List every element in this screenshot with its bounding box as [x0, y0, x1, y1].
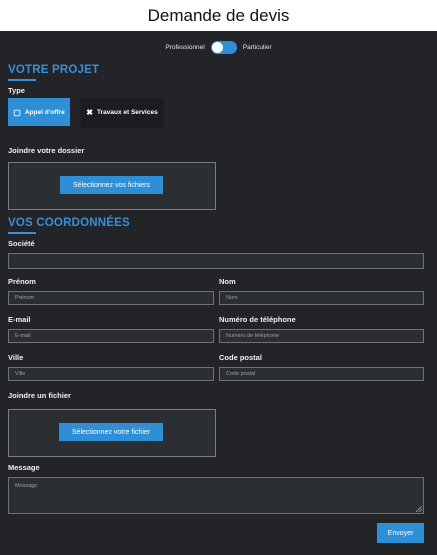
select-file-button[interactable]: Sélectionnez votre fichier: [59, 423, 163, 441]
project-file-label: Joindre votre dossier: [8, 146, 85, 155]
attach-label: Joindre un fichier: [8, 391, 71, 400]
city-input[interactable]: Ville: [8, 367, 214, 381]
toggle-label-individual[interactable]: Particulier: [243, 44, 272, 51]
select-files-button[interactable]: Sélectionnez vos fichiers: [60, 176, 163, 194]
phone-label: Numéro de téléphone: [219, 315, 296, 324]
type-label: Type: [8, 86, 25, 95]
submit-button[interactable]: Envoyer: [377, 523, 424, 543]
lastname-label: Nom: [219, 277, 236, 286]
message-textarea[interactable]: Message: [8, 477, 424, 514]
firstname-label: Prénom: [8, 277, 36, 286]
city-label: Ville: [8, 353, 24, 362]
page-title: Demande de devis: [0, 0, 437, 31]
phone-input[interactable]: Numéro de téléphone: [219, 329, 424, 343]
company-label: Société: [8, 239, 35, 248]
lastname-input[interactable]: Nom: [219, 291, 424, 305]
client-type-toggle[interactable]: [210, 41, 237, 54]
client-type-toggle-row: Professionnel Particulier: [0, 41, 437, 54]
type-option-works[interactable]: ✖ Travaux et Services: [81, 98, 163, 126]
company-input[interactable]: [8, 253, 424, 269]
message-label: Message: [8, 463, 40, 472]
building-icon: ▢: [13, 107, 21, 117]
quote-form: Professionnel Particulier VOTRE PROJET T…: [0, 31, 437, 555]
type-option-tender[interactable]: ▢ Appel d'offre: [8, 98, 70, 126]
type-option-works-label: Travaux et Services: [96, 108, 158, 116]
toggle-knob: [211, 42, 223, 53]
resize-handle-icon[interactable]: [416, 506, 422, 512]
contact-heading-underline: [8, 232, 36, 234]
zip-input[interactable]: Code postal: [219, 367, 424, 381]
message-placeholder: Message: [15, 483, 38, 489]
tools-icon: ✖: [86, 107, 93, 117]
contact-heading: VOS COORDONNÉES: [8, 217, 130, 229]
zip-label: Code postal: [219, 353, 262, 362]
toggle-label-professional[interactable]: Professionnel: [165, 44, 204, 51]
firstname-input[interactable]: Prénom: [8, 291, 214, 305]
email-input[interactable]: E-mail: [8, 329, 214, 343]
project-heading: VOTRE PROJET: [8, 64, 100, 76]
project-heading-underline: [8, 79, 36, 81]
email-label: E-mail: [8, 315, 31, 324]
type-option-tender-label: Appel d'offre: [24, 108, 65, 116]
